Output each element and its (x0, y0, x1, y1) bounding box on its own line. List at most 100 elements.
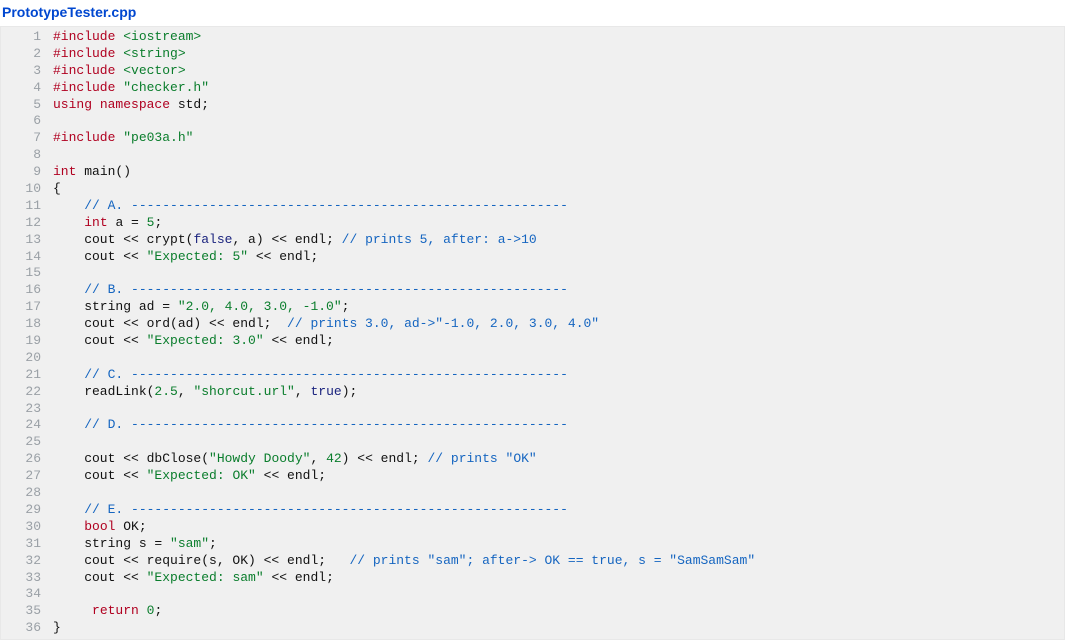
file-title: PrototypeTester.cpp (0, 0, 1065, 26)
code-line: 33 cout << "Expected: sam" << endl; (1, 570, 1064, 587)
code-content: #include <string> (53, 46, 1064, 63)
line-number: 35 (1, 603, 53, 620)
code-content: cout << "Expected: 3.0" << endl; (53, 333, 1064, 350)
code-content (53, 265, 1064, 282)
line-number: 24 (1, 417, 53, 434)
code-line: 30 bool OK; (1, 519, 1064, 536)
code-content: cout << require(s, OK) << endl; // print… (53, 553, 1064, 570)
code-line: 32 cout << require(s, OK) << endl; // pr… (1, 553, 1064, 570)
line-number: 8 (1, 147, 53, 164)
code-content: #include <iostream> (53, 29, 1064, 46)
code-line: 12 int a = 5; (1, 215, 1064, 232)
line-number: 14 (1, 249, 53, 266)
code-content: // E. ----------------------------------… (53, 502, 1064, 519)
code-content: #include <vector> (53, 63, 1064, 80)
code-line: 20 (1, 350, 1064, 367)
line-number: 13 (1, 232, 53, 249)
code-content: cout << "Expected: sam" << endl; (53, 570, 1064, 587)
line-number: 7 (1, 130, 53, 147)
code-line: 11 // A. -------------------------------… (1, 198, 1064, 215)
code-content: cout << "Expected: OK" << endl; (53, 468, 1064, 485)
code-line: 25 (1, 434, 1064, 451)
code-line: 23 (1, 401, 1064, 418)
code-content (53, 113, 1064, 130)
line-number: 34 (1, 586, 53, 603)
code-line: 7#include "pe03a.h" (1, 130, 1064, 147)
code-content: cout << dbClose("Howdy Doody", 42) << en… (53, 451, 1064, 468)
code-line: 8 (1, 147, 1064, 164)
code-line: 22 readLink(2.5, "shorcut.url", true); (1, 384, 1064, 401)
code-content: #include "checker.h" (53, 80, 1064, 97)
line-number: 17 (1, 299, 53, 316)
code-content: // D. ----------------------------------… (53, 417, 1064, 434)
code-content: readLink(2.5, "shorcut.url", true); (53, 384, 1064, 401)
line-number: 25 (1, 434, 53, 451)
code-line: 4#include "checker.h" (1, 80, 1064, 97)
code-content: bool OK; (53, 519, 1064, 536)
code-line: 29 // E. -------------------------------… (1, 502, 1064, 519)
code-content: int main() (53, 164, 1064, 181)
code-content: #include "pe03a.h" (53, 130, 1064, 147)
line-number: 1 (1, 29, 53, 46)
code-content (53, 350, 1064, 367)
code-content: using namespace std; (53, 97, 1064, 114)
code-content: cout << crypt(false, a) << endl; // prin… (53, 232, 1064, 249)
line-number: 30 (1, 519, 53, 536)
line-number: 36 (1, 620, 53, 637)
code-line: 2#include <string> (1, 46, 1064, 63)
code-line: 28 (1, 485, 1064, 502)
code-line: 16 // B. -------------------------------… (1, 282, 1064, 299)
line-number: 20 (1, 350, 53, 367)
code-content (53, 147, 1064, 164)
code-content: // A. ----------------------------------… (53, 198, 1064, 215)
line-number: 10 (1, 181, 53, 198)
line-number: 2 (1, 46, 53, 63)
code-line: 3#include <vector> (1, 63, 1064, 80)
line-number: 4 (1, 80, 53, 97)
code-line: 14 cout << "Expected: 5" << endl; (1, 249, 1064, 266)
code-content (53, 586, 1064, 603)
code-content: cout << ord(ad) << endl; // prints 3.0, … (53, 316, 1064, 333)
line-number: 18 (1, 316, 53, 333)
code-line: 34 (1, 586, 1064, 603)
code-content: int a = 5; (53, 215, 1064, 232)
line-number: 32 (1, 553, 53, 570)
line-number: 28 (1, 485, 53, 502)
code-line: 21 // C. -------------------------------… (1, 367, 1064, 384)
code-content: // B. ----------------------------------… (53, 282, 1064, 299)
line-number: 21 (1, 367, 53, 384)
line-number: 16 (1, 282, 53, 299)
code-content (53, 434, 1064, 451)
code-line: 1#include <iostream> (1, 29, 1064, 46)
line-number: 33 (1, 570, 53, 587)
line-number: 26 (1, 451, 53, 468)
code-line: 15 (1, 265, 1064, 282)
line-number: 27 (1, 468, 53, 485)
code-line: 17 string ad = "2.0, 4.0, 3.0, -1.0"; (1, 299, 1064, 316)
line-number: 3 (1, 63, 53, 80)
line-number: 9 (1, 164, 53, 181)
line-number: 11 (1, 198, 53, 215)
code-line: 24 // D. -------------------------------… (1, 417, 1064, 434)
line-number: 22 (1, 384, 53, 401)
code-line: 31 string s = "sam"; (1, 536, 1064, 553)
code-content: } (53, 620, 1064, 637)
code-line: 13 cout << crypt(false, a) << endl; // p… (1, 232, 1064, 249)
line-number: 23 (1, 401, 53, 418)
code-line: 35 return 0; (1, 603, 1064, 620)
code-line: 6 (1, 113, 1064, 130)
code-content: string s = "sam"; (53, 536, 1064, 553)
line-number: 12 (1, 215, 53, 232)
code-line: 9int main() (1, 164, 1064, 181)
line-number: 31 (1, 536, 53, 553)
code-content (53, 485, 1064, 502)
code-line: 26 cout << dbClose("Howdy Doody", 42) <<… (1, 451, 1064, 468)
line-number: 19 (1, 333, 53, 350)
code-content: { (53, 181, 1064, 198)
code-content: return 0; (53, 603, 1064, 620)
code-line: 27 cout << "Expected: OK" << endl; (1, 468, 1064, 485)
line-number: 6 (1, 113, 53, 130)
code-content: string ad = "2.0, 4.0, 3.0, -1.0"; (53, 299, 1064, 316)
code-content: cout << "Expected: 5" << endl; (53, 249, 1064, 266)
line-number: 15 (1, 265, 53, 282)
